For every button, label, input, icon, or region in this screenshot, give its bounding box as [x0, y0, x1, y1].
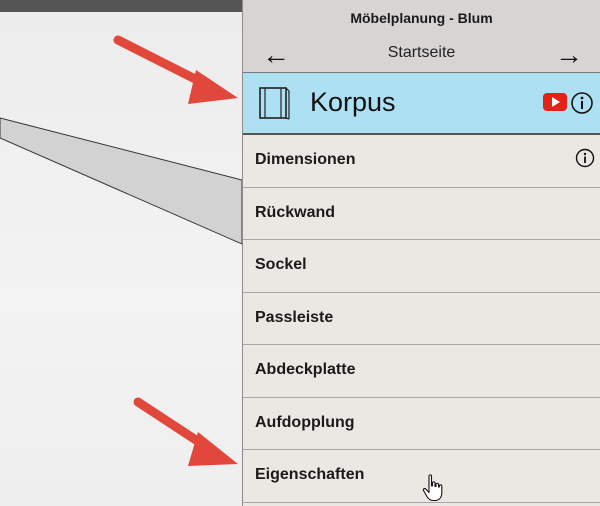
info-icon[interactable]	[570, 91, 594, 115]
menu-item-label: Passleiste	[255, 308, 334, 326]
korpus-title: Korpus	[310, 87, 396, 117]
canvas-drawing	[0, 35, 242, 466]
3d-canvas[interactable]	[0, 0, 242, 506]
menu-item-sockel[interactable]: Sockel	[243, 240, 600, 293]
cabinet-icon	[259, 87, 290, 120]
arrow-right-icon[interactable]: →	[552, 38, 586, 72]
menu-item-label: Abdeckplatte	[255, 361, 356, 378]
menu-item-label: Aufdopplung	[255, 413, 355, 431]
annotation-arrow-bottom	[133, 397, 238, 466]
breadcrumb-startseite[interactable]: Startseite	[243, 44, 600, 62]
menu-item-rueckwand[interactable]: Rückwand	[243, 187, 600, 240]
annotation-arrow-top	[113, 35, 238, 104]
menu-item-passleiste[interactable]: Passleiste	[243, 292, 600, 345]
menu-item-label: Sockel	[255, 256, 307, 273]
menu-item-label: Dimensionen	[255, 151, 356, 168]
korpus-section-header[interactable]: Korpus	[243, 72, 600, 135]
korpus-menu: Dimensionen Rückwand Sockel Passleiste A…	[243, 135, 600, 503]
side-panel: Möbelplanung - Blum ← Startseite → Korpu…	[242, 0, 600, 506]
menu-item-aufdopplung[interactable]: Aufdopplung	[243, 397, 600, 450]
app-title: Möbelplanung - Blum	[350, 10, 493, 26]
youtube-icon[interactable]	[543, 93, 567, 111]
panel-header: Möbelplanung - Blum ← Startseite →	[243, 0, 600, 72]
menu-item-abdeckplatte[interactable]: Abdeckplatte	[243, 345, 600, 398]
board-shape	[0, 117, 242, 245]
menu-item-dimensionen[interactable]: Dimensionen	[243, 135, 600, 188]
hand-cursor-icon	[422, 474, 443, 502]
info-icon[interactable]	[575, 148, 595, 168]
menu-item-label: Eigenschaften	[255, 466, 365, 483]
menu-item-label: Rückwand	[255, 203, 336, 221]
